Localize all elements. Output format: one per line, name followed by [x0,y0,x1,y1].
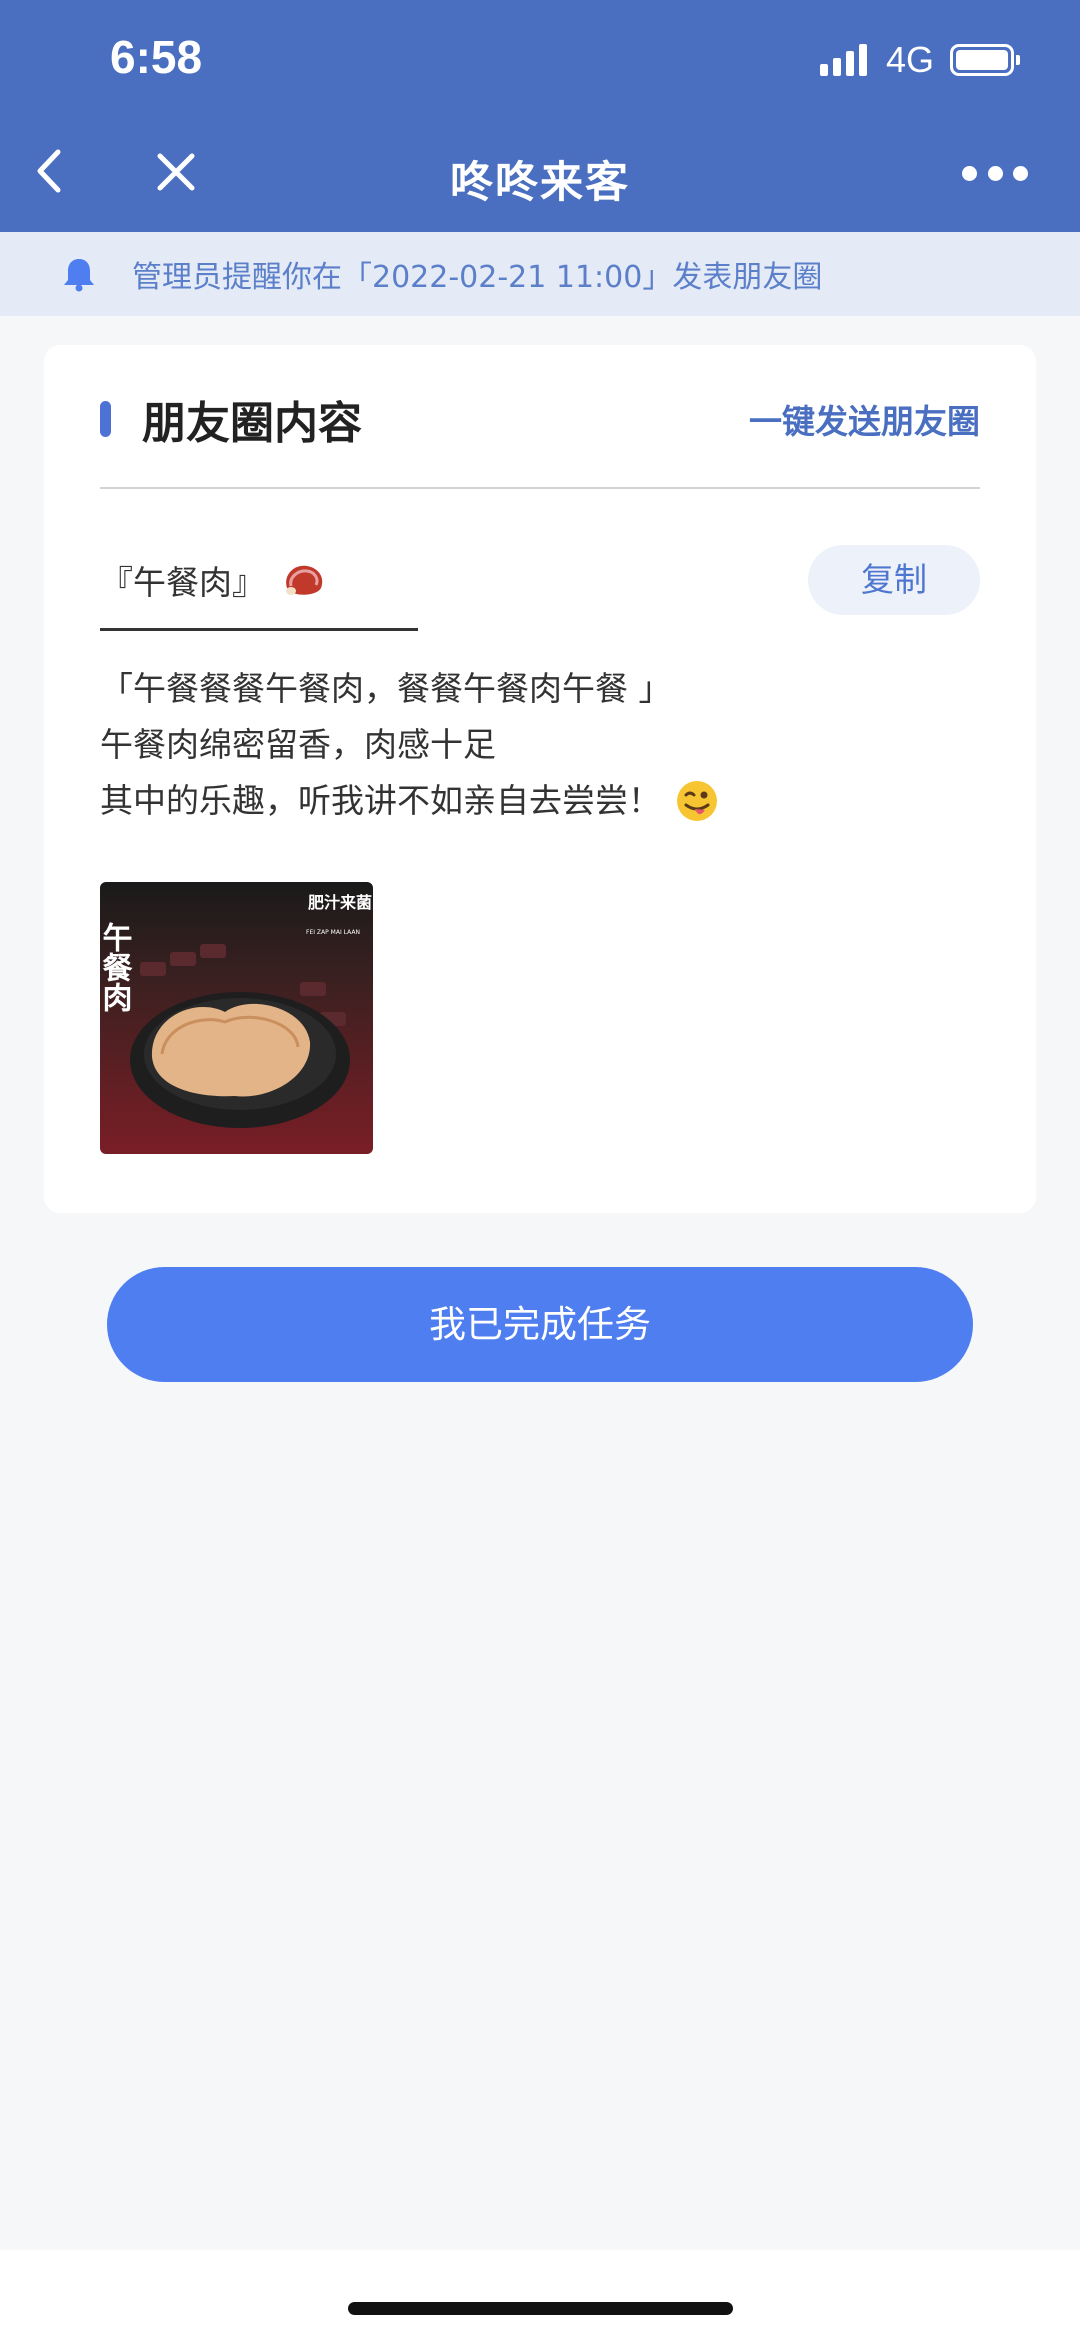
post-line: 午餐肉绵密留香，肉感十足 [100,725,496,764]
send-moments-link[interactable]: 一键发送朋友圈 [749,395,980,443]
post-line: 「午餐餐餐午餐肉，餐餐午餐肉午餐 」 [100,669,672,708]
divider [100,487,980,489]
title-accent-bar [100,401,111,437]
post-title-underline [100,628,418,631]
image-brand-text: 肥汁来菌 [308,893,372,912]
more-dots-icon[interactable] [962,158,1028,188]
status-indicators: 4G [819,38,1020,82]
card-title: 朋友圈内容 [142,398,362,449]
image-title-text: 午餐肉 [100,922,133,1012]
network-type: 4G [885,39,934,80]
moments-content-card: 朋友圈内容 一键发送朋友圈 『午餐肉』 复制 「午餐餐餐午餐肉，餐餐午餐肉午餐 … [44,345,1036,1213]
reminder-text: 管理员提醒你在「2022-02-21 11:00」发表朋友圈 [132,260,823,295]
status-time: 6:58 [110,31,203,83]
copy-button[interactable]: 复制 [808,545,980,615]
image-brand-sub: FEI ZAP MAI LAAN [306,929,360,936]
post-image[interactable]: 午餐肉 肥汁来菌 FEI ZAP MAI LAAN [100,882,373,1154]
post-body: 「午餐餐餐午餐肉，餐餐午餐肉午餐 」 午餐肉绵密留香，肉感十足 其中的乐趣，听我… [100,661,980,829]
app-header: 6:58 4G 咚咚来客 [0,0,1080,232]
meat-emoji [286,565,323,595]
bell-icon [64,259,94,292]
signal-icon [819,44,872,76]
post-line-last: 其中的乐趣，听我讲不如亲自去尝尝！ [100,773,980,829]
post-title: 『午餐肉』 [100,545,327,615]
home-indicator[interactable] [348,2302,733,2315]
post-line-text: 其中的乐趣，听我讲不如亲自去尝尝！ [100,781,661,820]
page-title: 咚咚来客 [450,158,630,208]
post-title-text: 『午餐肉』 [100,563,265,602]
winking-tongue-emoji [677,781,717,821]
luncheon-meat-image: 午餐肉 肥汁来菌 FEI ZAP MAI LAAN [100,882,373,1154]
battery-icon [950,44,1020,76]
bottom-safe-area [0,2250,1080,2337]
reminder-banner: 管理员提醒你在「2022-02-21 11:00」发表朋友圈 [0,232,1080,316]
task-complete-button[interactable]: 我已完成任务 [107,1267,973,1382]
